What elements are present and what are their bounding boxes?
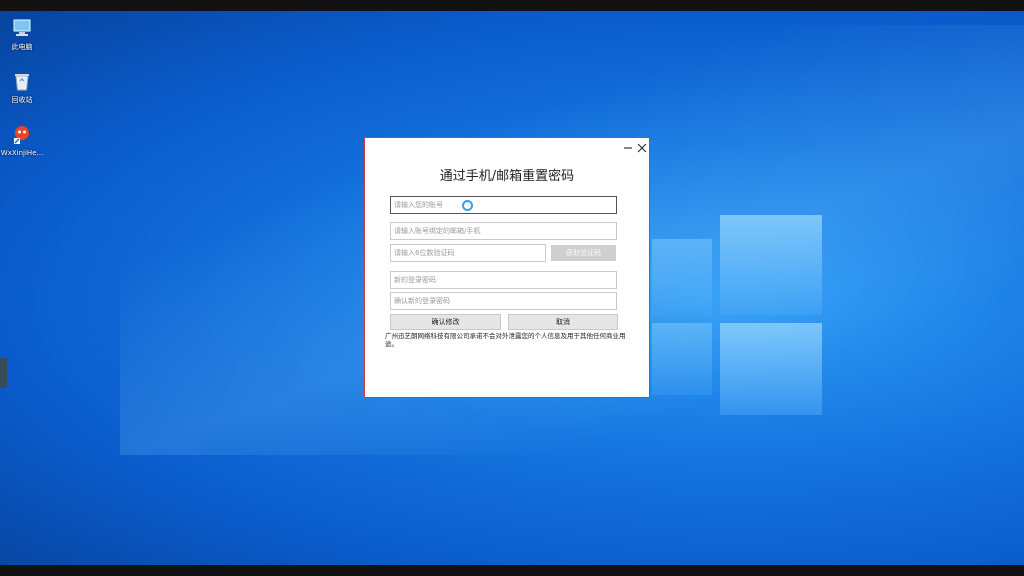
desktop-icon-app-shortcut[interactable]: WxXinjiHe... <box>0 124 44 157</box>
desktop-icon-this-pc[interactable]: 此电脑 <box>0 17 44 52</box>
minimize-button[interactable] <box>621 140 635 154</box>
minimize-icon <box>624 147 632 149</box>
desktop-icon-recycle-bin[interactable]: 回收站 <box>0 70 44 105</box>
privacy-notice: 广州迅艺朗网络科技有限公司承诺不会对外泄露您的个人信息及用于其他任何商业用途。 <box>385 332 626 348</box>
account-input[interactable] <box>390 196 617 214</box>
screen-bottom-bar <box>0 565 1024 576</box>
verification-code-input[interactable] <box>390 244 546 262</box>
windows-logo-pane <box>720 215 822 315</box>
get-code-button[interactable]: 获取验证码 <box>551 245 616 261</box>
computer-icon <box>11 17 33 39</box>
loading-spinner-icon <box>462 200 473 211</box>
windows-logo-pane <box>720 323 822 415</box>
windows-logo-pane <box>652 239 712 317</box>
reset-password-dialog: 通过手机/邮箱重置密码 获取验证码 确认修改 取消 广州迅艺朗网络科技有限公司承… <box>364 137 650 398</box>
screen-top-bar <box>0 0 1024 11</box>
confirm-password-input[interactable] <box>390 292 617 310</box>
confirm-button[interactable]: 确认修改 <box>390 314 501 330</box>
bound-contact-input[interactable] <box>390 222 617 240</box>
desktop-icon-label: 此电脑 <box>11 43 33 51</box>
close-icon <box>637 143 647 153</box>
side-panel-handle[interactable] <box>0 358 7 388</box>
desktop-icon-label: 回收站 <box>11 96 33 104</box>
windows-logo-pane <box>652 323 712 395</box>
dialog-title: 通过手机/邮箱重置密码 <box>439 169 575 184</box>
app-shortcut-icon <box>11 124 33 146</box>
cancel-button[interactable]: 取消 <box>508 314 618 330</box>
desktop-icon-label: WxXinjiHe... <box>0 149 44 157</box>
close-button[interactable] <box>635 140 649 154</box>
new-password-input[interactable] <box>390 271 617 289</box>
recycle-bin-icon <box>11 70 33 92</box>
